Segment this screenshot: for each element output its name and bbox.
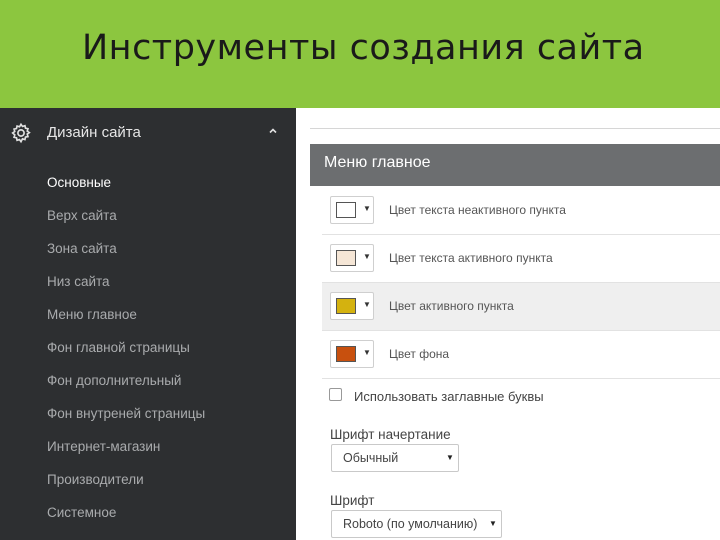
color-swatch	[336, 346, 356, 362]
color-row-label: Цвет активного пункта	[389, 299, 514, 313]
font-style-label: Шрифт начертание	[330, 427, 451, 442]
font-select[interactable]: Roboto (по умолчанию) ▼	[331, 510, 502, 538]
sidebar-item-basic[interactable]: Основные	[47, 175, 111, 190]
slide-title: Инструменты создания сайта	[82, 28, 645, 68]
color-row-active-text: ▼ Цвет текста активного пункта	[322, 235, 720, 283]
color-picker-button[interactable]: ▼	[330, 292, 374, 320]
dropdown-arrow-icon: ▼	[446, 453, 454, 462]
sidebar-item-site-bottom[interactable]: Низ сайта	[47, 274, 110, 289]
dropdown-arrow-icon: ▼	[489, 519, 497, 528]
color-row-label: Цвет текста активного пункта	[389, 251, 553, 265]
color-picker-button[interactable]: ▼	[330, 340, 374, 368]
font-style-value: Обычный	[343, 451, 399, 465]
sidebar-item-inner-bg[interactable]: Фон внутреней страницы	[47, 406, 205, 421]
sidebar: Дизайн сайта Основные Верх сайта Зона са…	[0, 108, 296, 540]
sidebar-header-label: Дизайн сайта	[47, 124, 141, 141]
sidebar-item-manufacturers[interactable]: Производители	[47, 472, 144, 487]
uppercase-checkbox-label: Использовать заглавные буквы	[354, 389, 544, 404]
color-row-inactive-text: ▼ Цвет текста неактивного пункта	[322, 187, 720, 235]
sidebar-item-main-bg[interactable]: Фон главной страницы	[47, 340, 190, 355]
chevron-up-icon[interactable]	[266, 124, 280, 138]
font-style-select[interactable]: Обычный ▼	[331, 444, 459, 472]
sidebar-header-design[interactable]: Дизайн сайта	[0, 120, 296, 146]
color-row-label: Цвет фона	[389, 347, 450, 361]
font-value: Roboto (по умолчанию)	[343, 517, 478, 531]
panel-title: Меню главное	[324, 154, 431, 171]
color-picker-button[interactable]: ▼	[330, 244, 374, 272]
color-swatch	[336, 250, 356, 266]
sidebar-item-shop[interactable]: Интернет-магазин	[47, 439, 160, 454]
gear-icon	[11, 122, 31, 144]
color-swatch	[336, 202, 356, 218]
sidebar-item-extra-bg[interactable]: Фон дополнительный	[47, 373, 181, 388]
sidebar-item-site-zone[interactable]: Зона сайта	[47, 241, 117, 256]
panel-header: Меню главное	[310, 144, 720, 186]
dropdown-arrow-icon: ▼	[363, 300, 371, 309]
uppercase-option: Использовать заглавные буквы	[322, 380, 720, 414]
color-row-label: Цвет текста неактивного пункта	[389, 203, 566, 217]
color-row-active-item: ▼ Цвет активного пункта	[322, 283, 720, 331]
title-banner: Инструменты создания сайта	[0, 0, 720, 108]
sidebar-item-main-menu[interactable]: Меню главное	[47, 307, 137, 322]
top-divider	[310, 108, 720, 129]
color-row-background: ▼ Цвет фона	[322, 331, 720, 379]
sidebar-item-site-top[interactable]: Верх сайта	[47, 208, 117, 223]
main-content: Меню главное ▼ Цвет текста неактивного п…	[296, 108, 720, 540]
font-label: Шрифт	[330, 493, 375, 508]
color-picker-button[interactable]: ▼	[330, 196, 374, 224]
dropdown-arrow-icon: ▼	[363, 348, 371, 357]
uppercase-checkbox[interactable]	[329, 388, 342, 401]
dropdown-arrow-icon: ▼	[363, 204, 371, 213]
color-swatch	[336, 298, 356, 314]
sidebar-item-system[interactable]: Системное	[47, 505, 116, 520]
dropdown-arrow-icon: ▼	[363, 252, 371, 261]
